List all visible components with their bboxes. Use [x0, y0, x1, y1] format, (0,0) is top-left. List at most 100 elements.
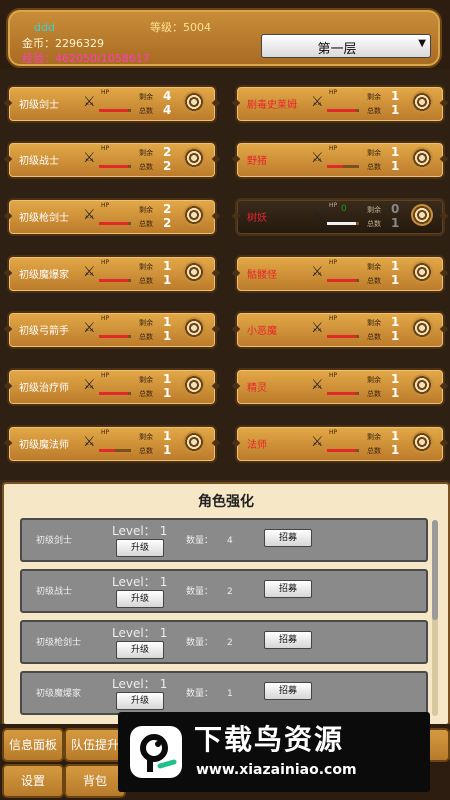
- unit-card[interactable]: 初级枪剑士 ⚔ HP 剩余 总数 2 2: [3, 198, 221, 236]
- remain-count: 1: [163, 429, 172, 443]
- target-ring-icon[interactable]: [183, 91, 205, 113]
- player-name: ddd: [34, 21, 55, 34]
- card-corner-ornament: [439, 268, 449, 278]
- remain-count: 1: [163, 259, 172, 273]
- unit-card[interactable]: 法师 ⚔ HP 剩余 总数 1 1: [231, 425, 449, 463]
- hp-label: HP: [101, 315, 110, 322]
- total-count: 1: [163, 273, 172, 287]
- target-ring-icon[interactable]: [411, 91, 433, 113]
- level-value: 1: [159, 524, 168, 538]
- unit-name: 小恶魔: [247, 326, 277, 337]
- target-ring-icon[interactable]: [411, 317, 433, 339]
- hp-bar-fill: [99, 279, 128, 282]
- total-label: 总数: [367, 277, 381, 285]
- unit-card[interactable]: 骷髅怪 ⚔ HP 剩余 总数 1 1: [231, 255, 449, 293]
- character-upgrade-panel: 角色强化 初级剑士 Level： 1 升级 数量： 4 招募 初级战士 Level： 1 升级 数量：…: [2, 482, 450, 726]
- hp-bar-fill: [327, 335, 356, 338]
- upgrade-scrollbar[interactable]: [432, 520, 438, 716]
- recruit-button[interactable]: 招募: [264, 682, 312, 700]
- count-label: 数量：: [186, 536, 214, 546]
- target-ring-icon[interactable]: [183, 317, 205, 339]
- unit-name: 初级治疗师: [19, 383, 69, 394]
- recruit-button[interactable]: 招募: [264, 631, 312, 649]
- total-label: 总数: [367, 107, 381, 115]
- card-corner-ornament: [3, 154, 13, 164]
- unit-card[interactable]: 初级剑士 ⚔ HP 剩余 总数 4 4: [3, 85, 221, 123]
- target-ring-icon[interactable]: [411, 147, 433, 169]
- hp-label: HP: [101, 145, 110, 152]
- hp-bar-fill: [99, 109, 128, 112]
- total-count: 1: [163, 443, 172, 457]
- total-label: 总数: [367, 447, 381, 455]
- level-label: Level：: [112, 524, 156, 538]
- unit-name: 精灵: [247, 383, 267, 394]
- total-count: 1: [391, 329, 400, 343]
- total-count: 1: [391, 159, 400, 173]
- total-count: 1: [391, 386, 400, 400]
- hp-label: HP: [101, 259, 110, 266]
- card-corner-ornament: [231, 154, 241, 164]
- unit-card[interactable]: 剧毒史莱姆 ⚔ HP 剩余 总数 1 1: [231, 85, 449, 123]
- unit-card[interactable]: 初级魔法师 ⚔ HP 剩余 总数 1 1: [3, 425, 221, 463]
- unit-card[interactable]: 野猪 ⚔ HP 剩余 总数 1 1: [231, 141, 449, 179]
- upgrade-row-count: 数量： 1: [186, 686, 233, 699]
- upgrade-button[interactable]: 升级: [116, 539, 164, 557]
- remain-count: 1: [163, 315, 172, 329]
- level-value: 1: [159, 677, 168, 691]
- card-corner-ornament: [3, 438, 13, 448]
- target-ring-icon[interactable]: [411, 374, 433, 396]
- unit-card[interactable]: 初级魔爆家 ⚔ HP 剩余 总数 1 1: [3, 255, 221, 293]
- team-upgrade-button[interactable]: 队伍提升: [64, 728, 126, 762]
- target-ring-icon[interactable]: [411, 261, 433, 283]
- unit-card[interactable]: 初级弓箭手 ⚔ HP 剩余 总数 1 1: [3, 311, 221, 349]
- upgrade-button[interactable]: 升级: [116, 692, 164, 710]
- hp-value: 0: [341, 204, 347, 214]
- weapon-icon: ⚔: [311, 434, 324, 450]
- target-ring-icon[interactable]: [183, 261, 205, 283]
- scrollbar-thumb[interactable]: [432, 520, 438, 620]
- target-ring-icon[interactable]: [183, 147, 205, 169]
- info-panel-button[interactable]: 信息面板: [2, 728, 64, 762]
- target-ring-icon[interactable]: [183, 374, 205, 396]
- weapon-icon: ⚔: [83, 434, 96, 450]
- upgrade-row-level: Level： 1: [112, 675, 167, 692]
- target-ring-icon[interactable]: [411, 431, 433, 453]
- upgrade-button[interactable]: 升级: [116, 641, 164, 659]
- total-label: 总数: [139, 333, 153, 341]
- unit-card[interactable]: 初级治疗师 ⚔ HP 剩余 总数 1 1: [3, 368, 221, 406]
- target-ring-icon[interactable]: [411, 204, 433, 226]
- hp-bar-fill: [327, 449, 356, 452]
- chevron-down-icon: ▼: [418, 38, 426, 49]
- unit-name: 树妖: [247, 213, 267, 224]
- remain-count: 0: [391, 202, 400, 216]
- upgrade-row-name: 初级剑士: [36, 536, 73, 546]
- card-corner-ornament: [439, 438, 449, 448]
- recruit-button[interactable]: 招募: [264, 529, 312, 547]
- floor-select[interactable]: 第一层 ▼: [261, 34, 431, 58]
- target-ring-icon[interactable]: [183, 204, 205, 226]
- card-corner-ornament: [3, 211, 13, 221]
- upgrade-row-level: Level： 1: [112, 522, 167, 539]
- card-corner-ornament: [439, 324, 449, 334]
- settings-button[interactable]: 设置: [2, 764, 64, 798]
- total-count: 1: [391, 103, 400, 117]
- unit-card[interactable]: 树妖 ⚔ HP 0 剩余 总数 0 1: [231, 198, 449, 236]
- hp-bar: [99, 449, 131, 452]
- hp-label: HP: [329, 145, 338, 152]
- hp-bar-fill: [99, 222, 128, 225]
- unit-card[interactable]: 小恶魔 ⚔ HP 剩余 总数 1 1: [231, 311, 449, 349]
- unit-card[interactable]: 精灵 ⚔ HP 剩余 总数 1 1: [231, 368, 449, 406]
- hp-bar: [99, 392, 131, 395]
- hp-bar: [99, 335, 131, 338]
- count-value: 1: [227, 689, 233, 699]
- total-count: 2: [163, 159, 172, 173]
- level-label: Level：: [112, 575, 156, 589]
- unit-name: 初级魔法师: [19, 440, 69, 451]
- recruit-button[interactable]: 招募: [264, 580, 312, 598]
- hp-bar-fill: [327, 109, 356, 112]
- target-ring-icon[interactable]: [183, 431, 205, 453]
- upgrade-button[interactable]: 升级: [116, 590, 164, 608]
- unit-card[interactable]: 初级战士 ⚔ HP 剩余 总数 2 2: [3, 141, 221, 179]
- card-corner-ornament: [231, 98, 241, 108]
- bag-button[interactable]: 背包: [64, 764, 126, 798]
